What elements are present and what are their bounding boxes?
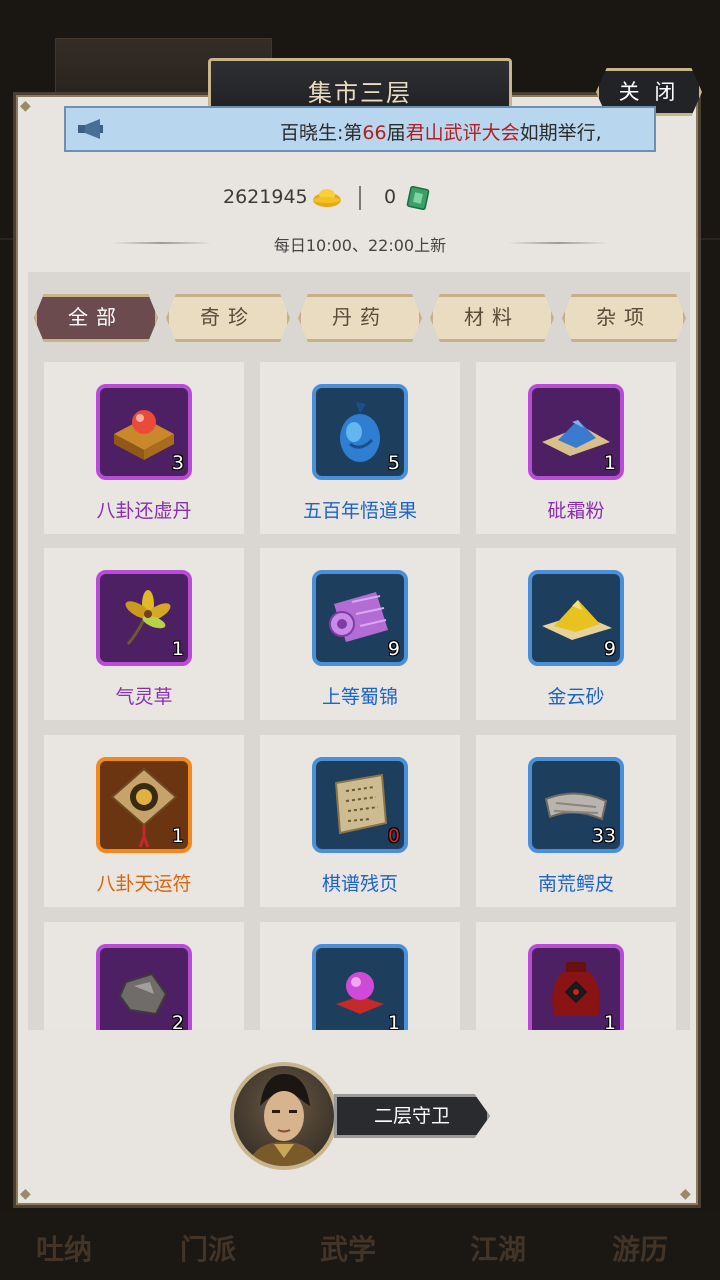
nav-tuna[interactable]: 吐纳 — [36, 1228, 92, 1268]
item-name: 金云砂 — [547, 686, 605, 708]
item-quantity: 2 — [171, 1012, 184, 1030]
guard-label[interactable]: 二层守卫 — [334, 1094, 490, 1138]
item-card[interactable]: 1 — [476, 922, 676, 1030]
item-card[interactable]: 9 上等蜀锦 — [260, 548, 460, 720]
notice-banner: 百晓生:第66届君山武评大会如期举行, — [64, 106, 656, 152]
gold-amount: 2621945 — [223, 186, 308, 208]
corner-ornament: ◆ — [680, 1186, 691, 1202]
item-icon-frame: 0 — [312, 757, 408, 853]
nav-menpai[interactable]: 门派 — [180, 1228, 236, 1268]
tab-all[interactable]: 全部 — [34, 294, 158, 342]
tab-misc[interactable]: 杂项 — [562, 294, 686, 342]
item-name: 五百年悟道果 — [302, 500, 417, 522]
currency-separator — [359, 186, 361, 210]
item-card[interactable]: 5 五百年悟道果 — [260, 362, 460, 534]
item-quantity: 0 — [387, 825, 400, 847]
item-grid: 3 八卦还虚丹 5 五百年悟道果 1 砒霜粉 1 气灵草 9 上等蜀锦 9 金云… — [28, 272, 690, 1030]
item-quantity: 1 — [171, 825, 184, 847]
item-name: 砒霜粉 — [547, 500, 605, 522]
tab-materials[interactable]: 材料 — [430, 294, 554, 342]
tab-rare-treasures[interactable]: 奇珍 — [166, 294, 290, 342]
item-card[interactable]: 3 八卦还虚丹 — [44, 362, 244, 534]
item-icon-frame: 9 — [528, 570, 624, 666]
jade-token-icon — [406, 186, 430, 210]
item-quantity: 1 — [603, 1012, 616, 1030]
guard-avatar[interactable] — [230, 1062, 338, 1170]
page-title: 集市三层 — [308, 79, 412, 107]
item-card[interactable]: 33 南荒鳄皮 — [476, 735, 676, 907]
item-name: 八卦天运符 — [96, 873, 192, 895]
item-name: 八卦还虚丹 — [96, 500, 192, 522]
megaphone-icon — [78, 119, 103, 139]
item-quantity: 1 — [603, 452, 616, 474]
item-quantity: 1 — [387, 1012, 400, 1030]
item-icon-frame: 2 — [96, 944, 192, 1030]
item-name: 上等蜀锦 — [321, 686, 398, 708]
item-name: 南荒鳄皮 — [537, 873, 614, 895]
tab-pills[interactable]: 丹药 — [298, 294, 422, 342]
jade-amount: 0 — [384, 186, 397, 208]
item-card[interactable]: 9 金云砂 — [476, 548, 676, 720]
item-icon-frame: 3 — [96, 384, 192, 480]
item-icon-frame: 33 — [528, 757, 624, 853]
corner-ornament: ◆ — [20, 1186, 31, 1202]
item-name: 气灵草 — [115, 686, 173, 708]
item-quantity: 33 — [591, 825, 616, 847]
item-card[interactable]: 0 棋谱残页 — [260, 735, 460, 907]
item-quantity: 1 — [171, 638, 184, 660]
item-card[interactable]: 1 八卦天运符 — [44, 735, 244, 907]
notice-text: 百晓生:第66届君山武评大会如期举行, — [280, 122, 602, 144]
item-quantity: 5 — [387, 452, 400, 474]
nav-wuxue[interactable]: 武学 — [320, 1228, 376, 1268]
guard-portrait-icon — [248, 1074, 320, 1166]
refresh-schedule: 每日10:00、22:00上新 — [273, 236, 447, 255]
item-icon-frame: 1 — [312, 944, 408, 1030]
gold-ingot-icon — [313, 189, 341, 207]
nav-youli[interactable]: 游历 — [612, 1228, 668, 1268]
item-icon-frame: 9 — [312, 570, 408, 666]
item-quantity: 9 — [387, 638, 400, 660]
item-icon-frame: 1 — [528, 384, 624, 480]
nav-jianghu[interactable]: 江湖 — [470, 1228, 526, 1268]
item-icon-frame: 1 — [96, 570, 192, 666]
item-card[interactable]: 2 — [44, 922, 244, 1030]
item-icon-frame: 5 — [312, 384, 408, 480]
corner-ornament: ◆ — [20, 98, 31, 114]
item-quantity: 3 — [171, 452, 184, 474]
right-ornament — [508, 242, 608, 244]
item-icon-frame: 1 — [96, 757, 192, 853]
item-card[interactable]: 1 气灵草 — [44, 548, 244, 720]
item-card[interactable]: 1 砒霜粉 — [476, 362, 676, 534]
item-icon-frame: 1 — [528, 944, 624, 1030]
item-name: 棋谱残页 — [321, 873, 398, 895]
item-card[interactable]: 1 — [260, 922, 460, 1030]
item-quantity: 9 — [603, 638, 616, 660]
